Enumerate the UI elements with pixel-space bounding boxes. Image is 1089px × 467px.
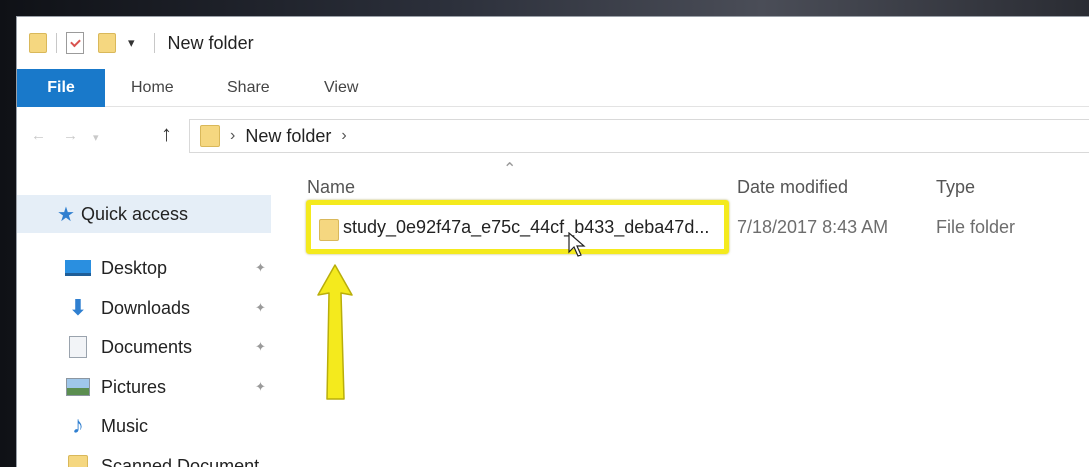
arrow-up-icon [317, 264, 353, 400]
forward-arrow-icon[interactable]: → [63, 127, 78, 144]
sidebar-item-label: Downloads [101, 297, 191, 318]
file-explorer-window: ▾ New folder File Home Share View ← → ▾ … [16, 16, 1089, 467]
documents-icon [65, 336, 91, 358]
sidebar-item-scanned-document[interactable]: Scanned Document [65, 451, 275, 467]
pictures-icon [65, 376, 91, 398]
address-bar[interactable]: › New folder › [189, 119, 1089, 153]
chevron-right-icon[interactable]: › [230, 127, 235, 145]
pin-icon[interactable]: ✦ [255, 339, 266, 355]
pin-icon[interactable]: ✦ [255, 300, 266, 316]
column-header-type[interactable]: Type [936, 177, 975, 198]
customize-toolbar-dropdown-icon[interactable]: ▾ [128, 35, 135, 51]
sidebar-item-label: Music [101, 415, 149, 436]
sidebar-item-label: Quick access [80, 203, 188, 224]
back-arrow-icon[interactable]: ← [31, 127, 46, 144]
sort-ascending-icon: ⌃ [503, 161, 517, 178]
file-date-modified: 7/18/2017 8:43 AM [737, 217, 889, 237]
music-icon: ♪ [72, 412, 84, 439]
sidebar-item-desktop[interactable]: Desktop ✦ [65, 253, 275, 283]
sidebar-item-quick-access[interactable]: ★ Quick access [17, 195, 271, 233]
navigation-bar: ← → ▾ ↑ › New folder › [17, 107, 1089, 163]
tab-view[interactable]: View [324, 69, 358, 107]
window-title: New folder [167, 32, 254, 53]
folder-icon [200, 125, 220, 147]
sidebar-item-music[interactable]: ♪ Music [65, 411, 275, 441]
title-bar: ▾ New folder [17, 17, 1089, 69]
star-icon: ★ [57, 203, 75, 226]
sidebar-item-label: Documents [101, 336, 193, 357]
downloads-icon: ⬇ [68, 295, 88, 320]
sidebar-item-label: Pictures [101, 376, 167, 397]
tab-home[interactable]: Home [131, 69, 174, 107]
quick-access-toolbar: ▾ New folder [29, 29, 254, 57]
folder-icon [29, 33, 47, 53]
breadcrumb-new-folder[interactable]: New folder [245, 126, 331, 147]
pin-icon[interactable]: ✦ [255, 379, 266, 395]
folder-icon [65, 455, 91, 467]
navigation-pane: ★ Quick access Desktop ✦ ⬇ Downloads ✦ D… [17, 163, 273, 467]
divider [56, 33, 57, 53]
desktop-icon [65, 257, 91, 279]
sidebar-item-label: Desktop [101, 257, 168, 278]
ribbon-tabs: File Home Share View [17, 69, 1089, 107]
file-type: File folder [936, 217, 1016, 237]
recent-locations-chevron-icon[interactable]: ▾ [93, 131, 99, 144]
properties-icon[interactable] [66, 32, 84, 54]
sidebar-item-label: Scanned Document [101, 455, 260, 467]
sidebar-item-pictures[interactable]: Pictures ✦ [65, 372, 275, 402]
chevron-right-icon[interactable]: › [341, 127, 346, 145]
column-header-date-modified[interactable]: Date modified [737, 177, 848, 198]
new-folder-icon[interactable] [98, 33, 116, 53]
column-header-name[interactable]: Name [307, 177, 355, 198]
highlight-box [306, 200, 729, 254]
tab-share[interactable]: Share [227, 69, 270, 107]
pin-icon[interactable]: ✦ [255, 260, 266, 276]
mouse-cursor-icon [568, 232, 586, 257]
up-arrow-icon[interactable]: ↑ [161, 121, 172, 147]
sidebar-item-documents[interactable]: Documents ✦ [65, 332, 275, 362]
divider [153, 33, 155, 53]
tab-file[interactable]: File [17, 69, 105, 107]
sidebar-item-downloads[interactable]: ⬇ Downloads ✦ [65, 293, 275, 323]
